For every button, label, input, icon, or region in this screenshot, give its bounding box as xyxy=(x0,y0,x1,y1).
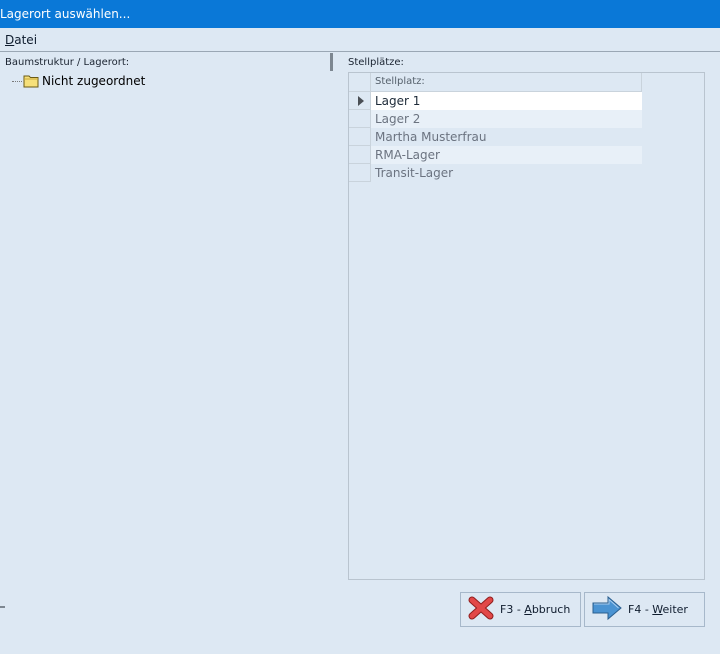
row-header[interactable] xyxy=(349,92,371,110)
current-row-arrow-icon xyxy=(358,96,364,106)
window-title-bar: Lagerort auswählen... xyxy=(0,0,720,28)
stellplatz-grid: Stellplatz: Lager 1 Lager 2 Martha Muste… xyxy=(348,72,705,580)
red-x-icon xyxy=(468,596,494,623)
tree-pane: Baumstruktur / Lagerort: Nicht zugeordne… xyxy=(0,53,333,573)
next-button[interactable]: F4 - Weiter xyxy=(584,592,705,627)
table-row[interactable]: RMA-Lager xyxy=(349,146,642,164)
tree-pane-label: Baumstruktur / Lagerort: xyxy=(5,57,130,68)
grid-header: Stellplatz: xyxy=(349,73,642,92)
table-row[interactable]: Transit-Lager xyxy=(349,164,642,182)
grid-title: Stellplätze: xyxy=(348,57,404,68)
row-cell[interactable]: RMA-Lager xyxy=(371,146,642,164)
row-cell[interactable]: Lager 2 xyxy=(371,110,642,128)
row-header[interactable] xyxy=(349,164,371,182)
window-title: Lagerort auswählen... xyxy=(0,7,131,21)
row-header[interactable] xyxy=(349,128,371,146)
pane-edge-marker xyxy=(0,606,5,608)
row-header[interactable] xyxy=(349,146,371,164)
tree-pane-header: Baumstruktur / Lagerort: xyxy=(0,53,333,71)
column-header-stellplatz[interactable]: Stellplatz: xyxy=(371,73,642,92)
menu-item-datei[interactable]: Datei xyxy=(5,33,37,47)
tree-node-nicht-zugeordnet[interactable]: Nicht zugeordnet xyxy=(12,73,145,89)
table-row[interactable]: Lager 1 xyxy=(349,92,642,110)
cancel-button-label: F3 - Abbruch xyxy=(500,603,571,616)
menu-bar: Datei xyxy=(0,28,720,52)
tree-node-label: Nicht zugeordnet xyxy=(42,74,146,88)
arrow-right-icon xyxy=(592,595,622,624)
folder-icon xyxy=(23,74,39,88)
tree-connector-line xyxy=(12,80,22,82)
row-header[interactable] xyxy=(349,110,371,128)
table-row[interactable]: Lager 2 xyxy=(349,110,642,128)
row-cell[interactable]: Lager 1 xyxy=(371,92,642,110)
next-button-label: F4 - Weiter xyxy=(628,603,688,616)
grid-corner-cell xyxy=(349,73,371,92)
cancel-button[interactable]: F3 - Abbruch xyxy=(460,592,581,627)
row-cell[interactable]: Transit-Lager xyxy=(371,164,642,182)
row-cell[interactable]: Martha Musterfrau xyxy=(371,128,642,146)
table-row[interactable]: Martha Musterfrau xyxy=(349,128,642,146)
